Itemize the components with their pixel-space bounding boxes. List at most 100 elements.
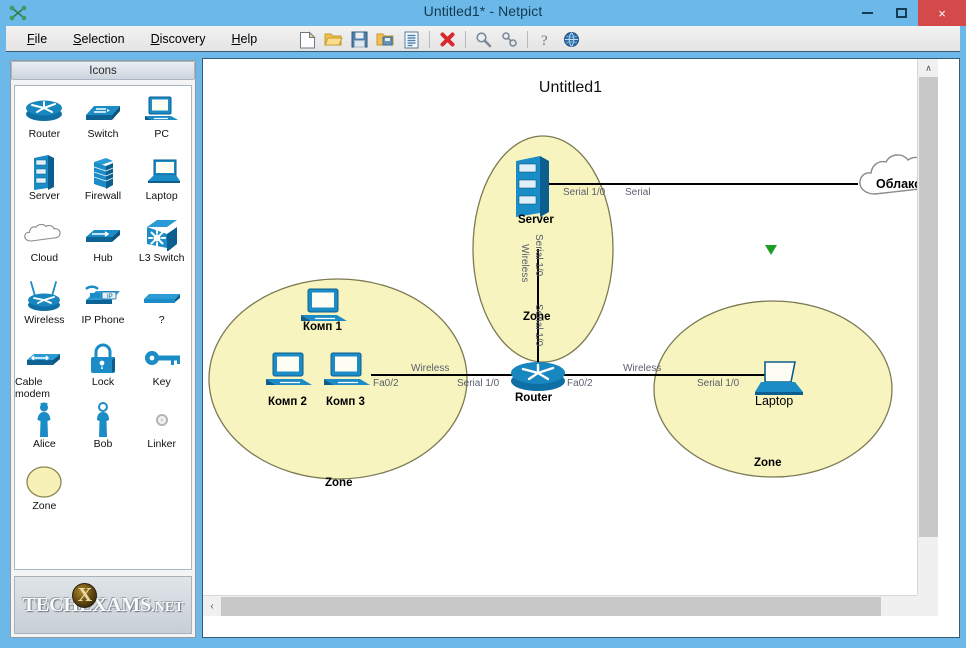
laptop-icon	[142, 154, 182, 190]
palette-item-server[interactable]: Server	[15, 154, 74, 214]
palette-item-label: Cloud	[30, 252, 59, 264]
zone-label-computers: Zone	[325, 477, 353, 489]
palette-item-alice[interactable]: Alice	[15, 402, 74, 462]
new-file-button[interactable]	[296, 29, 319, 51]
link-label-right-wireless: Wireless	[623, 363, 662, 374]
menu-item-label: iscovery	[159, 32, 206, 46]
vertical-scrollbar[interactable]: ∧ ∨	[917, 59, 938, 616]
vertical-scrollbar-thumb[interactable]	[919, 77, 938, 537]
maximize-button[interactable]	[884, 0, 918, 26]
horizontal-scrollbar-thumb[interactable]	[221, 597, 881, 616]
palette-item-zone[interactable]: Zone	[15, 464, 74, 524]
server-icon	[29, 154, 59, 190]
link-label-router-fa02: Fa0/2	[567, 378, 593, 389]
menu-item-help[interactable]: Help	[218, 29, 270, 49]
key-icon	[141, 340, 183, 376]
palette-item-label: Lock	[91, 376, 115, 388]
palette-item-wireless[interactable]: Wireless	[15, 278, 74, 338]
palette-item-label: Bob	[93, 438, 113, 450]
palette-item-label: L3 Switch	[138, 252, 185, 264]
menu-item-selection[interactable]: Selection	[60, 29, 137, 49]
pc-icon	[142, 92, 182, 128]
palette-item-label: Switch	[87, 128, 119, 140]
zoom-in-button[interactable]	[472, 29, 495, 51]
link-label-router-serial-left: Serial 1/0	[457, 378, 500, 389]
palette-item-cloud[interactable]: Cloud	[15, 216, 74, 276]
node-label-cloud: Облако	[876, 177, 922, 191]
node-label-komp-1: Комп 1	[303, 321, 342, 333]
node-label-router: Router	[515, 392, 553, 404]
open-file-button[interactable]	[322, 29, 345, 51]
palette-item-linker[interactable]: Linker	[132, 402, 191, 462]
icons-palette-panel: Icons Router Switch PC Server Firewall L…	[10, 60, 196, 638]
help-button[interactable]: ?	[534, 29, 557, 51]
watermark-suffix: .NET	[151, 599, 184, 615]
palette-item-key[interactable]: Key	[132, 340, 191, 400]
palette-item-label: PC	[154, 128, 169, 140]
node-label-komp-3: Комп 3	[326, 396, 365, 408]
zone-selected-marker-icon	[765, 245, 777, 255]
watermark-text: TECHEXAMS.NET	[22, 594, 183, 617]
chevron-up-icon: ∧	[925, 62, 932, 73]
palette-item-laptop[interactable]: Laptop	[132, 154, 191, 214]
scroll-left-button[interactable]: ‹	[203, 596, 221, 616]
l3-switch-icon	[143, 216, 181, 252]
menu-item-label: ile	[34, 32, 48, 46]
palette-item-router[interactable]: Router	[15, 92, 74, 152]
palette-item-unknown[interactable]: ?	[132, 278, 191, 338]
topology-canvas[interactable]: Untitled1 Server Облако Комп 1 Комп 2 Ко…	[203, 59, 938, 616]
linker-dot-icon	[154, 402, 170, 438]
toolbar: ?	[296, 28, 583, 51]
toolbar-separator	[527, 31, 528, 48]
toolbar-separator	[465, 31, 466, 48]
save-file-button[interactable]	[348, 29, 371, 51]
link-label-server-down-b: Serial 1/0	[533, 304, 544, 347]
cable-modem-icon	[21, 340, 67, 376]
menu-mnemonic: F	[27, 32, 35, 46]
palette-item-lock[interactable]: Lock	[74, 340, 133, 400]
unknown-device-icon	[139, 278, 185, 314]
web-button[interactable]	[560, 29, 583, 51]
link-label-laptop-serial: Serial 1/0	[697, 378, 740, 389]
link-button[interactable]	[498, 29, 521, 51]
palette-item-ip-phone[interactable]: IP IP Phone	[74, 278, 133, 338]
node-server	[516, 156, 549, 217]
chevron-left-icon: ‹	[210, 601, 214, 612]
horizontal-scrollbar[interactable]: ‹ ›	[203, 595, 938, 616]
link-label-server-cloud-a: Serial 1/0	[563, 187, 606, 198]
close-button[interactable]: ×	[918, 0, 966, 26]
menu-bar: File Selection Discovery Help	[14, 26, 270, 52]
svg-text:?: ?	[541, 33, 548, 49]
minimize-icon	[861, 12, 873, 14]
palette-item-pc[interactable]: PC	[132, 92, 191, 152]
minimize-button[interactable]	[850, 0, 884, 26]
palette-item-label: Router	[28, 128, 61, 140]
menu-item-discovery[interactable]: Discovery	[138, 29, 219, 49]
menu-mnemonic: S	[73, 32, 82, 46]
person-male-icon	[90, 402, 116, 438]
save-as-button[interactable]	[374, 29, 397, 51]
wireless-router-icon	[21, 278, 67, 314]
palette-item-firewall[interactable]: Firewall	[74, 154, 133, 214]
node-label-server: Server	[518, 214, 554, 226]
menu-mnemonic: D	[150, 32, 160, 46]
node-label-komp-2: Комп 2	[268, 396, 307, 408]
palette-item-label: Firewall	[84, 190, 122, 202]
palette-item-bob[interactable]: Bob	[74, 402, 133, 462]
palette-item-switch[interactable]: Switch	[74, 92, 133, 152]
menu-item-file[interactable]: File	[14, 29, 60, 49]
delete-button[interactable]	[436, 29, 459, 51]
palette-item-hub[interactable]: Hub	[74, 216, 133, 276]
techexams-watermark: TECHEXAMS.NET X v. a1	[14, 576, 192, 634]
report-button[interactable]	[400, 29, 423, 51]
palette-item-cable-modem[interactable]: Cable modem	[15, 340, 74, 400]
hub-icon	[80, 216, 126, 252]
palette-item-l3-switch[interactable]: L3 Switch	[132, 216, 191, 276]
close-icon: ×	[938, 5, 946, 21]
window-title: Untitled1* - Netpict	[423, 3, 543, 19]
person-female-icon	[31, 402, 57, 438]
scroll-up-button[interactable]: ∧	[918, 59, 938, 77]
palette-item-label: Zone	[32, 500, 57, 512]
menu-item-label: elp	[240, 32, 258, 46]
palette-item-label: Laptop	[145, 190, 178, 202]
